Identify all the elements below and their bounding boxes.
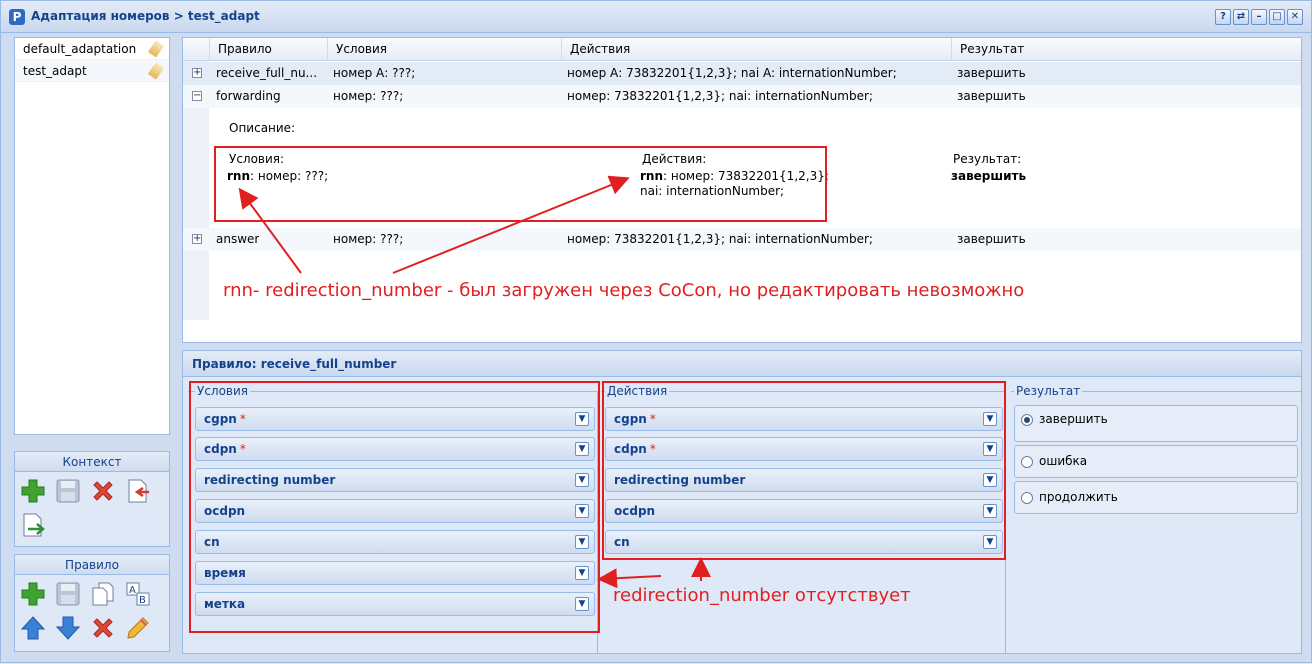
arrow-to-conditions-box <box>597 568 662 589</box>
annotation-arrows <box>238 175 711 589</box>
arrow-to-conditions <box>238 187 302 274</box>
arrow-to-actions <box>392 175 630 274</box>
adaptation-window: P Адаптация номеров > test_adapt ? ⇄ – □… <box>0 0 1312 663</box>
